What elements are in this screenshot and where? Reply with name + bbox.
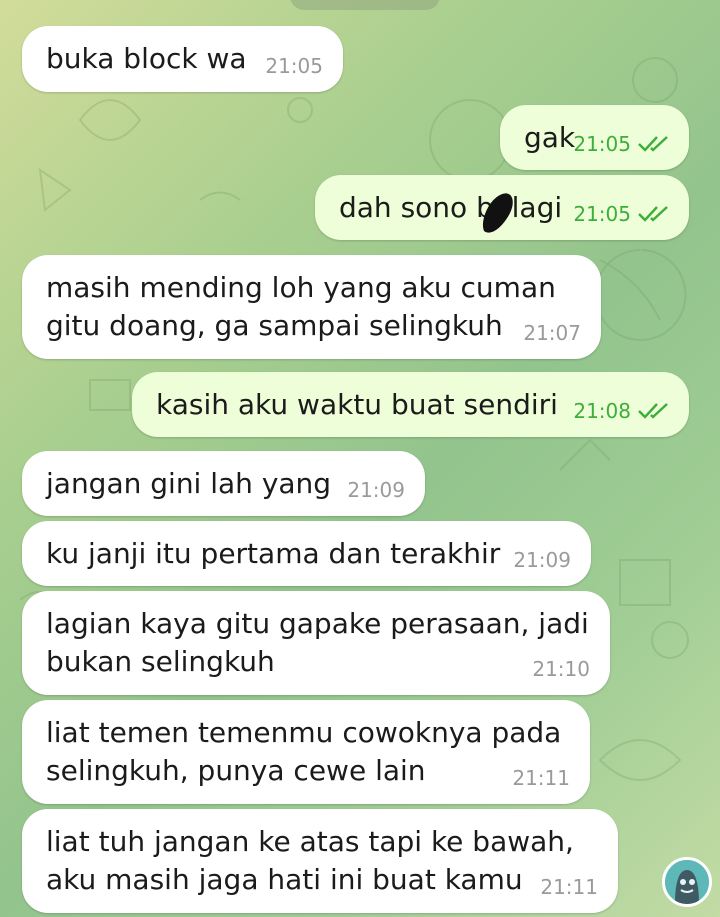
message-meta: 21:11 bbox=[512, 766, 570, 790]
message-meta: 21:10 bbox=[532, 657, 590, 681]
message-meta: 21:07 bbox=[523, 321, 581, 345]
message-meta: 21:09 bbox=[513, 548, 571, 572]
message-text: kasih aku waktu buat sendiri bbox=[156, 388, 558, 421]
user-avatar[interactable] bbox=[662, 857, 712, 907]
message-meta: 21:05 bbox=[573, 202, 671, 226]
message-text: jangan gini lah yang bbox=[46, 467, 332, 500]
message-meta: 21:08 bbox=[573, 399, 671, 423]
message-incoming[interactable]: jangan gini lah yang 21:09 bbox=[22, 451, 425, 516]
message-text: masih mending loh yang aku cuman gitu do… bbox=[46, 271, 556, 342]
previous-bubble-edge bbox=[290, 0, 440, 10]
message-incoming[interactable]: buka block wa 21:05 bbox=[22, 26, 343, 92]
message-incoming[interactable]: liat tuh jangan ke atas tapi ke bawah, a… bbox=[22, 809, 618, 913]
message-text: liat temen temenmu cowoknya pada selingk… bbox=[46, 716, 562, 787]
message-time: 21:11 bbox=[512, 766, 570, 790]
avatar-icon bbox=[665, 860, 709, 904]
double-check-icon bbox=[637, 135, 671, 153]
message-outgoing[interactable]: dah sono b lagi 21:05 bbox=[315, 175, 689, 240]
message-meta: 21:05 bbox=[265, 54, 323, 78]
message-time: 21:08 bbox=[573, 399, 631, 423]
message-incoming[interactable]: lagian kaya gitu gapake perasaan, jadi b… bbox=[22, 591, 610, 695]
message-text: lagian kaya gitu gapake perasaan, jadi b… bbox=[46, 607, 589, 678]
message-incoming[interactable]: ku janji itu pertama dan terakhir 21:09 bbox=[22, 521, 591, 586]
scribble-redaction bbox=[482, 193, 513, 233]
message-text: dah sono b lagi bbox=[339, 191, 563, 224]
message-time: 21:09 bbox=[513, 548, 571, 572]
message-time: 21:09 bbox=[347, 478, 405, 502]
message-meta: 21:05 bbox=[573, 132, 671, 156]
message-meta: 21:09 bbox=[347, 478, 405, 502]
message-text: ku janji itu pertama dan terakhir bbox=[46, 537, 501, 570]
message-time: 21:07 bbox=[523, 321, 581, 345]
message-time: 21:05 bbox=[573, 202, 631, 226]
message-outgoing[interactable]: gak 21:05 bbox=[500, 105, 689, 170]
double-check-icon bbox=[637, 402, 671, 420]
message-meta: 21:11 bbox=[540, 875, 598, 899]
message-incoming[interactable]: liat temen temenmu cowoknya pada selingk… bbox=[22, 700, 590, 804]
message-incoming[interactable]: masih mending loh yang aku cuman gitu do… bbox=[22, 255, 601, 359]
message-time: 21:05 bbox=[573, 132, 631, 156]
message-outgoing[interactable]: kasih aku waktu buat sendiri 21:08 bbox=[132, 372, 689, 437]
message-time: 21:10 bbox=[532, 657, 590, 681]
message-text: liat tuh jangan ke atas tapi ke bawah, a… bbox=[46, 825, 574, 896]
message-time: 21:05 bbox=[265, 54, 323, 78]
message-text: gak bbox=[524, 121, 576, 154]
double-check-icon bbox=[637, 205, 671, 223]
message-text: buka block wa bbox=[46, 42, 247, 75]
message-time: 21:11 bbox=[540, 875, 598, 899]
